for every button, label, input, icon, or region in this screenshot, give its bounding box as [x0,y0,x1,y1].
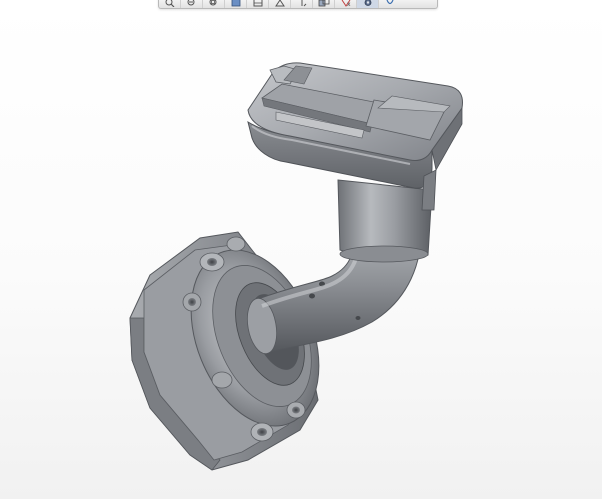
cad-part-model[interactable] [0,0,602,499]
mounting-flange [129,231,320,471]
3d-graphics-viewport[interactable]: x [0,0,602,499]
neck-cylinder [337,179,433,263]
